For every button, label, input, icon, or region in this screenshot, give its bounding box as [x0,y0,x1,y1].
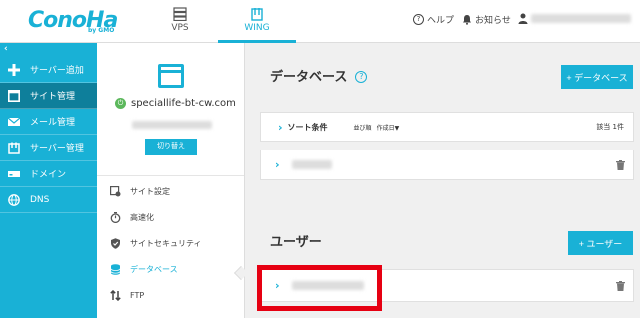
domain-icon [8,170,20,177]
site-subdomain-redacted [132,121,212,129]
menu-item-label: データベース [130,264,178,274]
sidebar-item-label: サイト管理 [30,92,76,102]
chevron-right-icon: › [278,120,283,134]
notice-label: お知らせ [475,16,511,26]
sidebar-item-domain[interactable]: ドメイン [0,161,97,187]
site-menu: サイト設定 高速化 サイトセキュリティ データベース FTP [97,176,244,308]
sidebar: ‹ サーバー追加 サイト管理 メール管理 サーバー管理 ドメイン DNS [0,43,97,318]
switch-site-button[interactable]: 切り替え [145,139,197,155]
site-name: speciallife-bt-cw.com [131,98,236,109]
help-label: ヘルプ [427,16,455,26]
chevron-right-icon: › [275,158,280,171]
ftp-icon [110,289,121,301]
help-icon: ? [413,14,424,25]
menu-item-label: FTP [130,290,145,300]
sidebar-item-label: サーバー管理 [30,144,84,154]
logo-sub: by GMO [88,27,115,34]
wing-icon [251,8,263,21]
bell-icon [463,15,471,25]
add-user-button[interactable]: + ユーザー [568,231,633,255]
sidebar-item-add-server[interactable]: サーバー追加 [0,57,97,83]
database-section-title: データベース? [270,66,368,85]
stopwatch-icon [110,211,121,223]
website-icon [158,64,184,88]
menu-item-site-security[interactable]: サイトセキュリティ [97,230,244,256]
site-name-row: ⏻ speciallife-bt-cw.com [115,98,236,109]
result-count: 該当 1件 [596,123,624,131]
sidebar-item-mail-manage[interactable]: メール管理 [0,109,97,135]
menu-item-label: 高速化 [130,212,154,222]
sort-conditions-label: ソート条件 [287,122,328,132]
database-name-redacted [291,160,332,169]
mail-icon [8,117,20,126]
sidebar-item-site-manage[interactable]: サイト管理 [0,83,97,109]
help-link[interactable]: ? ヘルプ [413,13,454,26]
server-icon [173,7,187,21]
user-icon [518,13,528,24]
database-list-item[interactable]: › [260,150,634,180]
globe-icon [8,193,20,206]
trash-icon[interactable] [616,280,625,291]
order-select[interactable]: 作成日▼ [377,123,400,132]
menu-item-label: サイトセキュリティ [130,238,202,248]
sort-conditions-row[interactable]: › ソート条件 並び順 作成日▼ 該当 1件 [260,112,634,142]
sidebar-item-server-manage[interactable]: サーバー管理 [0,135,97,161]
site-settings-icon [110,185,121,196]
database-icon [110,263,121,275]
tab-vps[interactable]: VPS [152,0,208,43]
top-header: ConoHa by GMO VPS WING ? ヘルプ お知らせ [0,0,640,43]
site-icon [8,89,20,102]
trash-icon[interactable] [616,159,625,170]
user-menu[interactable] [518,13,631,24]
power-status-icon: ⏻ [115,98,126,109]
sidebar-item-label: メール管理 [30,118,76,128]
tab-wing[interactable]: WING [218,0,296,43]
menu-item-site-settings[interactable]: サイト設定 [97,178,244,204]
tab-vps-label: VPS [171,23,189,33]
user-section-title: ユーザー [270,235,322,250]
sidebar-item-label: サーバー追加 [30,66,84,76]
menu-item-database[interactable]: データベース [97,256,244,282]
shield-icon [111,237,120,249]
sidebar-collapse-button[interactable]: ‹ [0,43,97,57]
user-name-redacted [531,14,631,23]
database-help-icon[interactable]: ? [355,71,368,83]
tab-wing-label: WING [244,23,270,33]
plus-icon [8,63,20,76]
menu-item-ftp[interactable]: FTP [97,282,244,308]
notice-link[interactable]: お知らせ [462,13,511,26]
highlight-box [257,265,382,311]
server-manage-icon [8,142,20,154]
add-database-button[interactable]: + データベース [561,65,633,89]
sidebar-item-dns[interactable]: DNS [0,187,97,213]
database-title-text: データベース [270,70,348,85]
site-summary: ⏻ speciallife-bt-cw.com 切り替え [97,43,244,176]
menu-item-label: サイト設定 [130,186,170,196]
order-label: 並び順 [353,124,372,132]
site-panel: ⏻ speciallife-bt-cw.com 切り替え サイト設定 高速化 サ… [97,43,245,318]
sidebar-item-label: ドメイン [30,170,67,180]
menu-item-speedup[interactable]: 高速化 [97,204,244,230]
sidebar-item-label: DNS [30,194,50,205]
